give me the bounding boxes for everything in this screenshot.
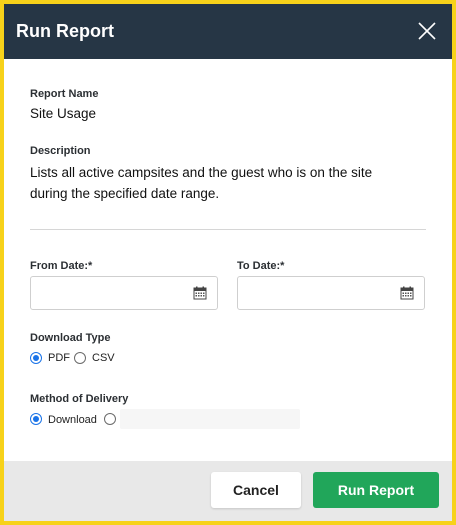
to-date-input[interactable] <box>238 277 388 309</box>
download-type-label: Download Type <box>30 332 111 344</box>
cancel-button[interactable]: Cancel <box>211 472 301 508</box>
description-value: Lists all active campsites and the guest… <box>30 165 373 201</box>
to-date-field[interactable] <box>237 276 425 310</box>
to-date-label: To Date:* <box>237 260 285 272</box>
run-report-button[interactable]: Run Report <box>313 472 439 508</box>
from-date-label: From Date:* <box>30 260 93 272</box>
radio-download-label: Download <box>48 414 97 426</box>
dialog-footer: Cancel Run Report <box>4 461 452 521</box>
close-icon[interactable] <box>416 20 438 42</box>
radio-download[interactable] <box>30 413 42 425</box>
radio-delivery-other-label <box>120 409 300 429</box>
from-date-field[interactable] <box>30 276 218 310</box>
radio-csv-label: CSV <box>92 352 115 364</box>
delivery-method-label: Method of Delivery <box>30 393 129 405</box>
radio-pdf[interactable] <box>30 352 42 364</box>
description-label: Description <box>30 145 91 157</box>
dialog-title: Run Report <box>16 21 114 41</box>
report-name-value: Site Usage <box>30 106 97 121</box>
from-date-input[interactable] <box>31 277 181 309</box>
radio-delivery-other[interactable] <box>104 413 116 425</box>
calendar-icon[interactable] <box>193 286 207 300</box>
report-name-label: Report Name <box>30 88 99 100</box>
calendar-icon[interactable] <box>400 286 414 300</box>
dialog-header: Run Report <box>4 4 452 59</box>
run-report-dialog: Run Report Report Name Site Usage Descri… <box>4 4 452 521</box>
radio-pdf-label: PDF <box>48 352 70 364</box>
section-divider <box>30 229 426 230</box>
radio-csv[interactable] <box>74 352 86 364</box>
